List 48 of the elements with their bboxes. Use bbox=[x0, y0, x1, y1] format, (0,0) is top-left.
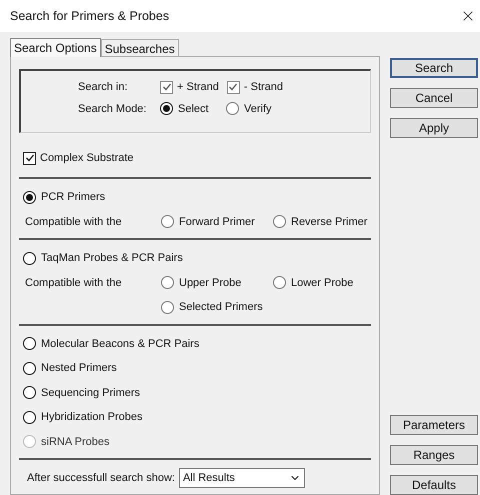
radio-button[interactable] bbox=[161, 276, 174, 290]
window-title: Search for Primers & Probes bbox=[10, 8, 170, 25]
dialog-button[interactable]: Ranges bbox=[390, 445, 478, 465]
field-label: Search in: bbox=[78, 80, 129, 95]
dialog-button[interactable]: Defaults bbox=[390, 475, 478, 495]
radio-button[interactable] bbox=[226, 102, 239, 116]
radio-label: Nested Primers bbox=[41, 361, 117, 376]
tab[interactable]: Subsearches bbox=[100, 39, 179, 56]
dialog-button[interactable]: Parameters bbox=[390, 415, 478, 435]
radio-label: Upper Probe bbox=[179, 276, 242, 290]
dialog-button[interactable]: Cancel bbox=[390, 88, 478, 108]
radio-label: Molecular Beacons & PCR Pairs bbox=[41, 336, 200, 352]
checkbox-label: - Strand bbox=[244, 80, 284, 95]
radio-label: siRNA Probes bbox=[41, 434, 110, 450]
checkbox[interactable] bbox=[23, 152, 36, 164]
radio-label: Select bbox=[178, 102, 209, 116]
radio-label: PCR Primers bbox=[41, 190, 106, 205]
radio-label: Forward Primer bbox=[179, 214, 255, 230]
radio-label: Sequencing Primers bbox=[41, 386, 140, 400]
radio-button[interactable] bbox=[23, 337, 36, 350]
radio-label: Reverse Primer bbox=[291, 214, 368, 230]
radio-label: Selected Primers bbox=[179, 300, 263, 315]
radio-label: Hybridization Probes bbox=[41, 410, 142, 425]
dialog-button[interactable]: Apply bbox=[390, 118, 478, 138]
radio-button[interactable] bbox=[161, 215, 174, 228]
results-dropdown[interactable]: All Results bbox=[178, 468, 305, 488]
radio-button[interactable] bbox=[273, 215, 286, 228]
radio-label: Verify bbox=[244, 102, 272, 116]
tab[interactable]: Search Options bbox=[10, 38, 101, 57]
checkbox[interactable] bbox=[160, 80, 173, 94]
checkbox-label: + Strand bbox=[177, 80, 219, 95]
radio-button[interactable] bbox=[23, 362, 36, 375]
radio-button[interactable] bbox=[23, 190, 36, 204]
checkbox-label: Complex Substrate bbox=[40, 150, 134, 166]
radio-button[interactable] bbox=[23, 410, 36, 424]
radio-label: TaqMan Probes & PCR Pairs bbox=[41, 251, 183, 266]
field-label: Compatible with the bbox=[25, 276, 123, 290]
field-label: After successfull search show: bbox=[27, 470, 175, 486]
radio-label: Lower Probe bbox=[291, 276, 354, 290]
radio-button[interactable] bbox=[161, 300, 174, 314]
field-label: Search Mode: bbox=[78, 102, 148, 116]
radio-button[interactable] bbox=[23, 386, 36, 400]
radio-button[interactable] bbox=[23, 252, 36, 265]
checkbox[interactable] bbox=[226, 80, 240, 94]
dialog-button[interactable]: Search bbox=[390, 58, 478, 78]
radio-button[interactable] bbox=[273, 276, 286, 290]
field-label: Compatible with the bbox=[25, 214, 123, 230]
radio-button[interactable] bbox=[160, 102, 173, 116]
